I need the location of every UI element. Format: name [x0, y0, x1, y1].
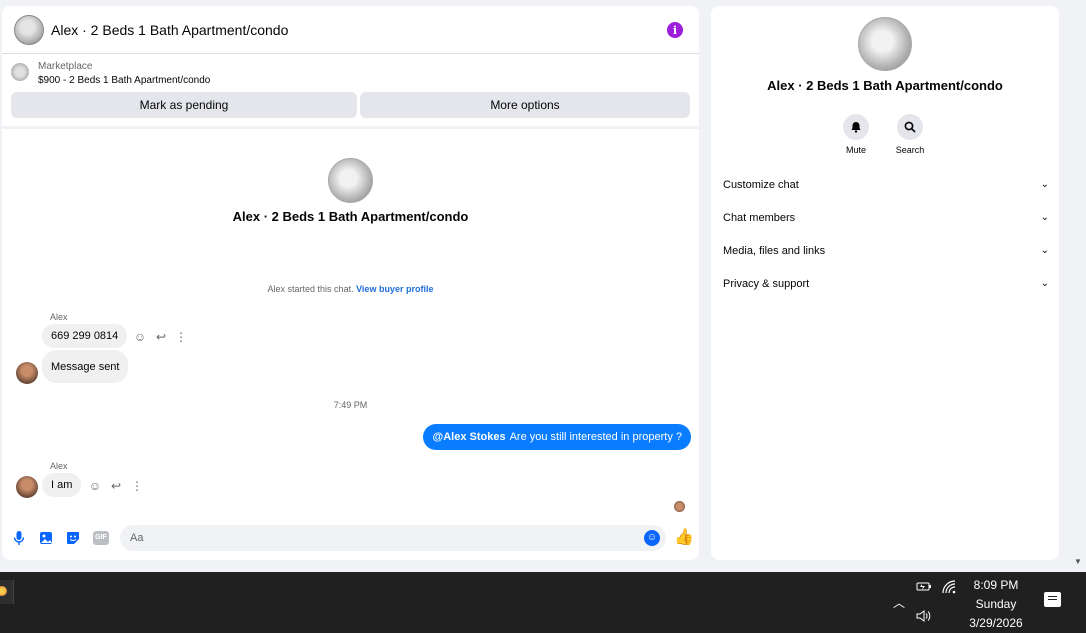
- search-button[interactable]: Search: [890, 114, 930, 155]
- mark-as-pending-button[interactable]: Mark as pending: [11, 92, 357, 118]
- chevron-down-icon: ⌄: [1040, 179, 1049, 190]
- started-text: Alex started this chat.: [267, 284, 354, 294]
- more-actions-icon[interactable]: ⋮: [130, 479, 144, 493]
- menu-item-customize-chat[interactable]: Customize chat ⌄: [723, 168, 1049, 201]
- sender-avatar[interactable]: [16, 362, 38, 384]
- view-buyer-profile-link[interactable]: View buyer profile: [356, 284, 433, 294]
- microphone-icon[interactable]: [11, 530, 27, 546]
- outgoing-message-bubble[interactable]: @Alex Stokes Are you still interested in…: [423, 424, 691, 450]
- show-hidden-icons-chevron-icon[interactable]: ︿: [893, 594, 905, 611]
- message-timestamp: 7:49 PM: [333, 400, 368, 410]
- notification-center-icon[interactable]: [1044, 592, 1061, 607]
- chat-settings-menu: Customize chat ⌄ Chat members ⌄ Media, fil…: [723, 168, 1049, 300]
- message-composer: GIF ☺ 👍: [2, 523, 699, 553]
- image-attach-icon[interactable]: [38, 530, 54, 546]
- clock-day: Sunday: [975, 597, 1017, 611]
- chat-avatar[interactable]: [14, 14, 44, 45]
- message-input[interactable]: [120, 525, 666, 551]
- sender-name: Alex: [50, 461, 68, 471]
- chat-panel: Alex · 2 Beds 1 Bath Apartment/condo i M…: [2, 6, 699, 560]
- menu-item-privacy-support[interactable]: Privacy & support ⌄: [723, 267, 1049, 300]
- menu-item-label: Chat members: [723, 211, 796, 224]
- chevron-down-icon: ⌄: [1040, 278, 1049, 289]
- battery-icon[interactable]: [916, 580, 932, 595]
- message-bubble[interactable]: 669 299 0814: [42, 324, 128, 348]
- search-icon: [897, 114, 923, 140]
- menu-item-media-files-links[interactable]: Media, files and links ⌄: [723, 234, 1049, 267]
- more-actions-icon[interactable]: ⋮: [174, 330, 188, 344]
- side-avatar[interactable]: [858, 17, 912, 71]
- menu-item-label: Customize chat: [723, 178, 799, 191]
- message-bubble[interactable]: Message sent: [42, 350, 129, 383]
- react-emoji-icon[interactable]: ☺: [88, 479, 102, 493]
- menu-item-label: Privacy & support: [723, 277, 810, 290]
- gif-icon[interactable]: GIF: [93, 531, 109, 545]
- react-emoji-icon[interactable]: ☺: [133, 330, 147, 344]
- bell-icon: [843, 114, 869, 140]
- chat-header: Alex · 2 Beds 1 Bath Apartment/condo i: [2, 6, 699, 54]
- mute-button[interactable]: Mute: [836, 114, 876, 155]
- taskbar-app-icon[interactable]: [0, 580, 14, 604]
- clock-date: 3/29/2026: [969, 616, 1023, 630]
- side-title: Alex · 2 Beds 1 Bath Apartment/condo: [767, 78, 1003, 93]
- conversation-title: Alex · 2 Beds 1 Bath Apartment/condo: [232, 209, 469, 224]
- system-clock[interactable]: 8:09 PM Sunday 3/29/2026: [960, 576, 1032, 633]
- chevron-down-icon: ⌄: [1040, 245, 1049, 256]
- chat-info-panel: Alex · 2 Beds 1 Bath Apartment/condo Mut…: [711, 6, 1059, 560]
- marketplace-label: Marketplace: [38, 61, 93, 72]
- scroll-down-arrow-icon[interactable]: ▼: [1074, 557, 1082, 566]
- clock-time: 8:09 PM: [973, 578, 1019, 592]
- chat-started-notice: Alex started this chat. View buyer profi…: [2, 284, 699, 294]
- taskbar: ︿ 8:09 PM Sunday 3/29/2026: [0, 572, 1086, 633]
- mute-label: Mute: [845, 145, 866, 155]
- seen-receipt-avatar: [674, 501, 685, 512]
- reply-icon[interactable]: ↩: [154, 330, 168, 344]
- sender-avatar[interactable]: [16, 476, 38, 498]
- message-bubble[interactable]: I am: [42, 473, 82, 497]
- chevron-down-icon: ⌄: [1040, 212, 1049, 223]
- emoji-icon[interactable]: ☺: [644, 530, 660, 546]
- search-label: Search: [895, 145, 925, 155]
- wifi-icon[interactable]: [942, 580, 956, 597]
- chat-title[interactable]: Alex · 2 Beds 1 Bath Apartment/condo: [51, 22, 288, 38]
- header-divider: [2, 126, 699, 129]
- outgoing-message-text: Are you still interested in property ?: [509, 431, 682, 443]
- mention-tag[interactable]: @Alex Stokes: [432, 431, 505, 443]
- volume-icon[interactable]: [915, 609, 933, 626]
- thumbs-up-icon[interactable]: 👍: [674, 529, 694, 547]
- menu-item-label: Media, files and links: [723, 244, 826, 257]
- listing-thumbnail: [11, 63, 29, 81]
- sender-name: Alex: [50, 312, 68, 322]
- marketplace-listing[interactable]: Marketplace $900 - 2 Beds 1 Bath Apartme…: [2, 54, 699, 88]
- sticker-icon[interactable]: [65, 530, 81, 546]
- conversation-avatar[interactable]: [328, 158, 373, 203]
- info-icon[interactable]: i: [667, 22, 683, 38]
- more-options-button[interactable]: More options: [360, 92, 690, 118]
- listing-price-title: $900 - 2 Beds 1 Bath Apartment/condo: [38, 75, 211, 86]
- reply-icon[interactable]: ↩: [109, 479, 123, 493]
- menu-item-chat-members[interactable]: Chat members ⌄: [723, 201, 1049, 234]
